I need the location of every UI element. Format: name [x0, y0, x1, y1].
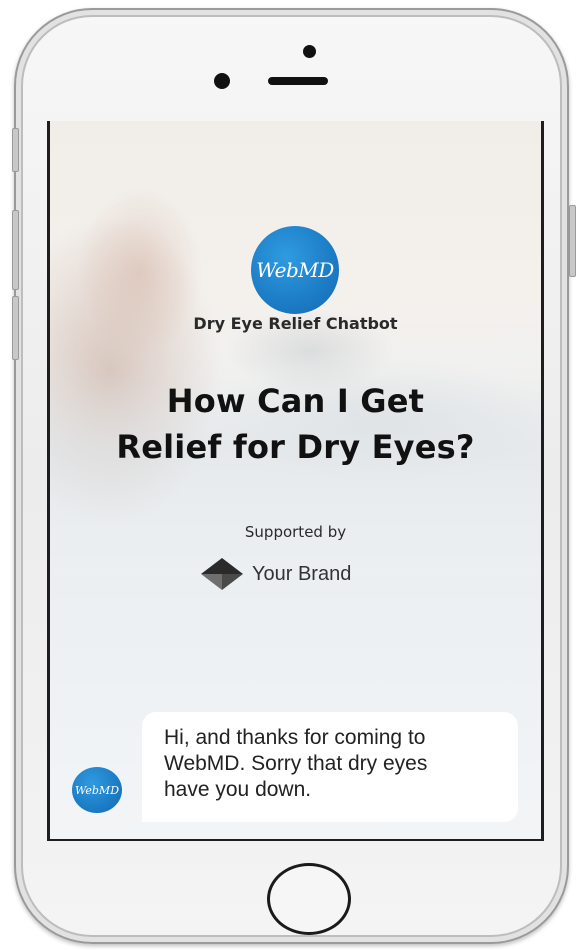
brand-name: Your Brand — [252, 562, 352, 585]
page: WebMD Dry Eye Relief Chatbot How Can I G… — [0, 0, 577, 950]
sensor-dot — [303, 45, 316, 58]
page-title: How Can I Get Relief for Dry Eyes? — [50, 378, 541, 470]
earpiece-speaker — [268, 77, 328, 85]
front-camera — [214, 73, 230, 89]
bot-avatar: WebMD — [72, 767, 122, 813]
webmd-logo: WebMD — [251, 226, 339, 314]
chatbot-name: Dry Eye Relief Chatbot — [193, 314, 398, 333]
sponsor-brand: Your Brand — [200, 557, 351, 591]
message-line-3: have you down. — [164, 778, 312, 801]
headline-line-2: Relief for Dry Eyes? — [116, 428, 475, 466]
side-button-left-2 — [12, 210, 19, 290]
headline-line-1: How Can I Get — [166, 382, 425, 420]
bot-avatar-text: WebMD — [74, 783, 120, 797]
side-button-left-3 — [12, 296, 19, 360]
message-line-1: Hi, and thanks for coming to — [164, 726, 426, 749]
home-button[interactable] — [267, 863, 351, 935]
side-button-right — [569, 205, 576, 277]
message-line-2: WebMD. Sorry that dry eyes — [164, 752, 428, 775]
phone-screen: WebMD Dry Eye Relief Chatbot How Can I G… — [47, 121, 544, 841]
bot-message-bubble: Hi, and thanks for coming to WebMD. Sorr… — [142, 712, 518, 822]
webmd-logo-text: WebMD — [256, 258, 334, 282]
diamond-logo-icon — [201, 558, 243, 590]
supported-by-label: Supported by — [244, 523, 347, 541]
side-button-left-1 — [12, 128, 19, 172]
